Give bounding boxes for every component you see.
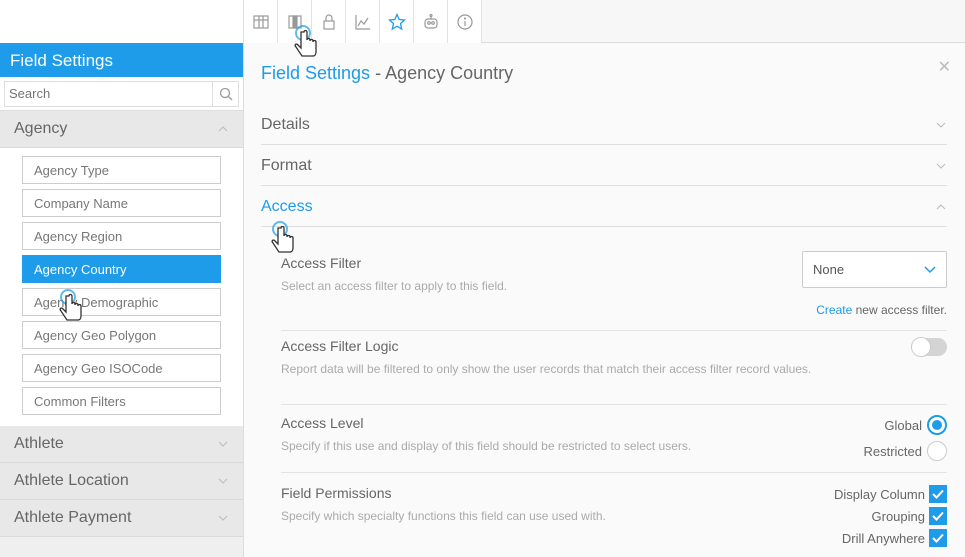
section-format[interactable]: Format [261,146,947,186]
sidebar-item-selected[interactable]: Agency Country [22,255,221,283]
chevron-down-icon [936,163,946,169]
sidebar-item[interactable]: Agency Geo ISOCode [22,354,221,382]
radio-button[interactable] [927,441,947,461]
create-access-filter: Create new access filter. [816,303,947,317]
radio-global[interactable]: Global [884,415,947,435]
sidebar-group-athlete[interactable]: Athlete [0,426,243,463]
setting-description: Select an access filter to apply to this… [281,279,508,293]
sidebar-item[interactable]: Common Filters [22,387,221,415]
sidebar-group-athlete-location[interactable]: Athlete Location [0,463,243,500]
top-left-blank [0,0,244,43]
sidebar: Field Settings Agency Agency Type Compan… [0,43,244,557]
access-filter-logic-toggle[interactable] [911,337,947,357]
close-icon[interactable]: ✕ [938,57,951,77]
create-link-rest: new access filter. [852,303,947,317]
checkbox-label: Grouping [871,508,925,524]
group-label: Athlete Location [14,472,129,489]
checkmark-icon [932,511,944,521]
toggle-knob [911,337,931,357]
access-filter-select[interactable]: None [802,251,947,288]
sidebar-title: Field Settings [0,43,243,77]
section-details[interactable]: Details [261,105,947,145]
robot-icon[interactable] [414,0,448,43]
group-label: Athlete [14,435,64,452]
access-filter-logic-setting: Access Filter Logic Report data will be … [281,333,947,405]
star-icon[interactable] [380,0,414,43]
checkbox-label: Display Column [833,486,925,502]
top-bar [0,0,965,43]
pointer-hand-icon [271,221,294,253]
radio-restricted[interactable]: Restricted [863,441,947,461]
checkmark-icon [932,489,944,499]
sidebar-item[interactable]: Agency Demographic [22,288,221,316]
field-permissions-setting: Field Permissions Specify which specialt… [281,475,947,557]
page-title: Field Settings - Agency Country [261,63,513,84]
section-label: Format [261,156,312,174]
search-icon[interactable] [213,80,239,107]
toolbar [244,0,482,43]
search-input[interactable] [4,80,213,107]
radio-button[interactable] [927,415,947,435]
section-access[interactable]: Access [261,187,947,227]
chevron-down-icon [218,515,228,521]
sidebar-group-athlete-payment[interactable]: Athlete Payment [0,500,243,537]
checkbox-drill-anywhere[interactable]: Drill Anywhere [842,529,947,547]
select-value: None [813,262,845,277]
sidebar-item[interactable]: Agency Geo Polygon [22,321,221,349]
checkbox[interactable] [929,507,947,525]
search-box [0,77,243,111]
sidebar-item-list: Agency Type Company Name Agency Region A… [0,148,243,426]
title-field-name: - Agency Country [370,63,514,83]
chevron-down-icon [936,122,946,128]
setting-description: Specify which specialty functions this f… [281,509,606,523]
radio-label: Global [884,417,922,433]
create-link[interactable]: Create [816,303,852,317]
setting-title: Access Filter Logic [281,338,399,354]
checkbox[interactable] [929,529,947,547]
access-filter-setting: Access Filter Select an access filter to… [281,251,947,331]
checkbox-grouping[interactable]: Grouping [872,507,947,525]
sidebar-item[interactable]: Agency Region [22,222,221,250]
checkbox-label: Drill Anywhere [841,530,925,546]
info-icon[interactable] [448,0,482,43]
setting-description: Specify if this use and display of this … [281,439,692,453]
pointer-hand-icon [294,25,317,57]
checkbox[interactable] [929,485,947,503]
access-level-setting: Access Level Specify if this use and dis… [281,407,947,473]
group-label: Athlete Payment [14,509,132,526]
setting-title: Access Level [281,415,364,431]
chevron-up-icon [218,126,228,132]
main-panel: Field Settings - Agency Country ✕ Detail… [244,43,965,557]
sidebar-group-agency[interactable]: Agency [0,111,243,148]
section-label: Access [261,197,313,215]
chevron-up-icon [936,203,946,209]
group-label: Agency [14,120,68,137]
chevron-down-icon [218,478,228,484]
checkbox-display-column[interactable]: Display Column [834,485,947,503]
chevron-down-icon [924,265,936,273]
chevron-down-icon [218,441,228,447]
chart-icon[interactable] [346,0,380,43]
checkmark-icon [932,533,944,543]
table-icon[interactable] [244,0,278,43]
radio-label: Restricted [863,443,922,459]
title-link[interactable]: Field Settings [261,63,370,83]
sidebar-item[interactable]: Agency Type [22,156,221,184]
setting-description: Report data will be filtered to only sho… [281,362,812,376]
sidebar-item[interactable]: Company Name [22,189,221,217]
section-label: Details [261,115,310,133]
pointer-hand-icon [59,289,82,321]
